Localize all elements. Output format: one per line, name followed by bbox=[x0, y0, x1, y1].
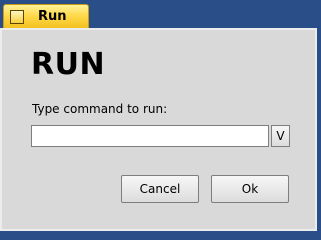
command-input[interactable] bbox=[31, 125, 269, 147]
dialog-heading: RUN bbox=[31, 47, 106, 82]
history-dropdown-button[interactable]: V bbox=[271, 125, 290, 147]
window-title-tab[interactable]: Run bbox=[3, 4, 89, 29]
ok-button[interactable]: Ok bbox=[211, 175, 289, 203]
window-icon[interactable] bbox=[10, 10, 24, 24]
run-window: Run RUN Type command to run: V Cancel Ok bbox=[0, 0, 321, 234]
window-title: Run bbox=[38, 9, 67, 24]
cancel-button[interactable]: Cancel bbox=[121, 175, 199, 203]
command-prompt-label: Type command to run: bbox=[32, 102, 168, 116]
